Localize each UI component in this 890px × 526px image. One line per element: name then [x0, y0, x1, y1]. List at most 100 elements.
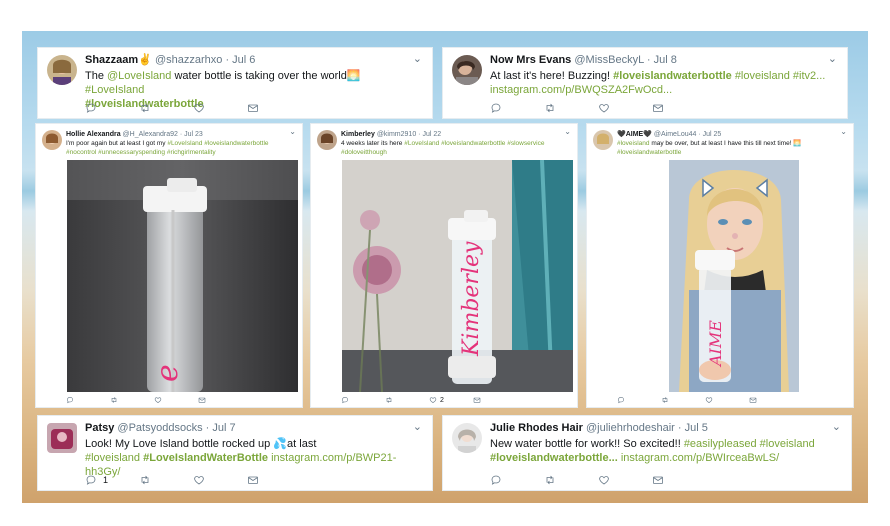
hashtag-link[interactable]: #loveislandwaterbottle...: [490, 452, 618, 464]
reply-icon[interactable]: [341, 396, 385, 404]
hashtag-link[interactable]: #unnecessaryspending: [98, 149, 165, 156]
tweet-photo[interactable]: Kimberley: [342, 160, 573, 392]
retweet-icon[interactable]: [544, 474, 598, 486]
avatar[interactable]: [47, 55, 77, 85]
tweet-date[interactable]: · Jul 5: [678, 422, 708, 434]
user-name[interactable]: Patsy: [85, 422, 114, 434]
hashtag-link[interactable]: #loveislandwaterbottle: [613, 70, 732, 82]
chevron-down-icon[interactable]: ⌄: [828, 52, 837, 65]
hashtag-link[interactable]: #itv2...: [793, 70, 825, 82]
instagram-link[interactable]: instagram.com/p/BWQSZA2FwOcd...: [490, 84, 672, 96]
user-name[interactable]: AIME: [626, 131, 644, 138]
user-handle[interactable]: @kimm2910: [377, 131, 416, 138]
tweet-date[interactable]: · Jul 8: [647, 54, 677, 66]
hashtag-link[interactable]: #LoveIsland: [167, 140, 202, 147]
hashtag-link[interactable]: #doloveitthough: [341, 149, 387, 156]
envelope-icon[interactable]: [749, 396, 793, 404]
hashtag-link[interactable]: #easilypleased: [684, 438, 757, 450]
reply-icon[interactable]: 1: [85, 474, 139, 486]
avatar[interactable]: [452, 55, 482, 85]
chevron-down-icon[interactable]: ⌄: [840, 127, 847, 136]
retweet-icon[interactable]: [661, 396, 705, 404]
heart-icon[interactable]: [154, 396, 198, 404]
envelope-icon[interactable]: [473, 396, 517, 404]
tweet-actions: 1: [85, 474, 301, 486]
hashtag-link[interactable]: #nocontrol: [66, 149, 96, 156]
avatar[interactable]: [317, 130, 337, 150]
avatar[interactable]: [452, 423, 482, 453]
tweet-date[interactable]: · Jul 22: [418, 131, 441, 138]
envelope-icon[interactable]: [247, 102, 301, 114]
reply-icon[interactable]: [66, 396, 110, 404]
chevron-down-icon[interactable]: ⌄: [413, 52, 422, 65]
reply-icon[interactable]: [490, 474, 544, 486]
tweet-card-shazzaam[interactable]: Shazzaam✌ @shazzarhxo · Jul 6 ⌄ The @Lov…: [37, 47, 433, 119]
hashtag-link[interactable]: #loveisland: [735, 70, 790, 82]
user-name[interactable]: Hollie Alexandra: [66, 131, 121, 138]
mention-link[interactable]: @LoveIsland: [107, 70, 171, 82]
envelope-icon[interactable]: [198, 396, 242, 404]
user-handle[interactable]: @juliehrhodeshair: [586, 422, 675, 434]
retweet-icon[interactable]: [139, 102, 193, 114]
heart-icon[interactable]: [598, 102, 652, 114]
user-handle[interactable]: @H_Alexandra92: [123, 131, 178, 138]
hashtag-link[interactable]: #loveisland: [85, 452, 140, 464]
user-name[interactable]: Kimberley: [341, 131, 375, 138]
tweet-date[interactable]: · Jul 6: [225, 54, 255, 66]
tweet-photo[interactable]: AIME: [669, 160, 799, 392]
user-handle[interactable]: @Patsyoddsocks: [117, 422, 202, 434]
tweet-header: Shazzaam✌ @shazzarhxo · Jul 6: [85, 54, 402, 67]
chevron-down-icon[interactable]: ⌄: [564, 127, 571, 136]
tweet-card-now-mrs-evans[interactable]: Now Mrs Evans @MissBeckyL · Jul 8 ⌄ At l…: [442, 47, 848, 119]
retweet-icon[interactable]: [139, 474, 193, 486]
heart-icon[interactable]: 2: [429, 396, 473, 404]
tweet-card-hollie[interactable]: Hollie Alexandra @H_Alexandra92 · Jul 23…: [35, 123, 303, 408]
heart-icon[interactable]: [598, 474, 652, 486]
droplets-emoji: 💦: [273, 438, 288, 450]
heart-icon[interactable]: [193, 102, 247, 114]
envelope-icon[interactable]: [247, 474, 301, 486]
tweet-date[interactable]: · Jul 23: [180, 131, 203, 138]
user-name[interactable]: Shazzaam: [85, 54, 138, 66]
chevron-down-icon[interactable]: ⌄: [832, 420, 841, 433]
tweet-photo[interactable]: e: [67, 160, 298, 392]
retweet-icon[interactable]: [544, 102, 598, 114]
user-name[interactable]: Julie Rhodes Hair: [490, 422, 583, 434]
user-handle[interactable]: @MissBeckyL: [574, 54, 643, 66]
hashtag-link[interactable]: #slowservice: [507, 140, 544, 147]
user-name[interactable]: Now Mrs Evans: [490, 54, 571, 66]
chevron-down-icon[interactable]: ⌄: [289, 127, 296, 136]
tweet-card-aime[interactable]: 🖤AIME🖤 @AimeLou44 · Jul 25 ⌄ #loveisland…: [586, 123, 854, 408]
hashtag-link[interactable]: #LoveIsland: [404, 140, 439, 147]
envelope-icon[interactable]: [652, 102, 706, 114]
hashtag-link[interactable]: #loveisland: [760, 438, 815, 450]
user-handle[interactable]: @shazzarhxo: [155, 54, 222, 66]
tweet-card-patsy[interactable]: Patsy @Patsyoddsocks · Jul 7 ⌄ Look! My …: [37, 415, 433, 491]
tweet-date[interactable]: · Jul 25: [698, 131, 721, 138]
chevron-down-icon[interactable]: ⌄: [413, 420, 422, 433]
hashtag-link[interactable]: #LoveIslandWaterBottle: [143, 452, 268, 464]
hashtag-link[interactable]: #LoveIsland: [85, 84, 144, 96]
avatar[interactable]: [42, 130, 62, 150]
hashtag-link[interactable]: #loveislandwaterbottle: [617, 149, 681, 156]
reply-icon[interactable]: [617, 396, 661, 404]
hashtag-link[interactable]: #loveisland: [617, 140, 650, 147]
hashtag-link[interactable]: #loveislandwaterbottle: [441, 140, 505, 147]
hashtag-link[interactable]: #richgirlmentality: [167, 149, 216, 156]
avatar[interactable]: [593, 130, 613, 150]
tweet-card-julie[interactable]: Julie Rhodes Hair @juliehrhodeshair · Ju…: [442, 415, 852, 491]
hashtag-link[interactable]: #loveislandwaterbottle: [204, 140, 268, 147]
retweet-icon[interactable]: [385, 396, 429, 404]
reply-icon[interactable]: [490, 102, 544, 114]
tweet-card-kimberley[interactable]: Kimberley @kimm2910 · Jul 22 ⌄ 4 weeks l…: [310, 123, 578, 408]
avatar[interactable]: [47, 423, 77, 453]
retweet-icon[interactable]: [110, 396, 154, 404]
envelope-icon[interactable]: [652, 474, 706, 486]
reply-icon[interactable]: [85, 102, 139, 114]
heart-icon[interactable]: [705, 396, 749, 404]
user-handle[interactable]: @AimeLou44: [654, 131, 697, 138]
heart-icon[interactable]: [193, 474, 247, 486]
tweet-date[interactable]: · Jul 7: [206, 422, 236, 434]
instagram-link[interactable]: instagram.com/p/BWIrceaBwLS/: [621, 452, 779, 464]
bottle-name-text: e: [150, 364, 185, 382]
